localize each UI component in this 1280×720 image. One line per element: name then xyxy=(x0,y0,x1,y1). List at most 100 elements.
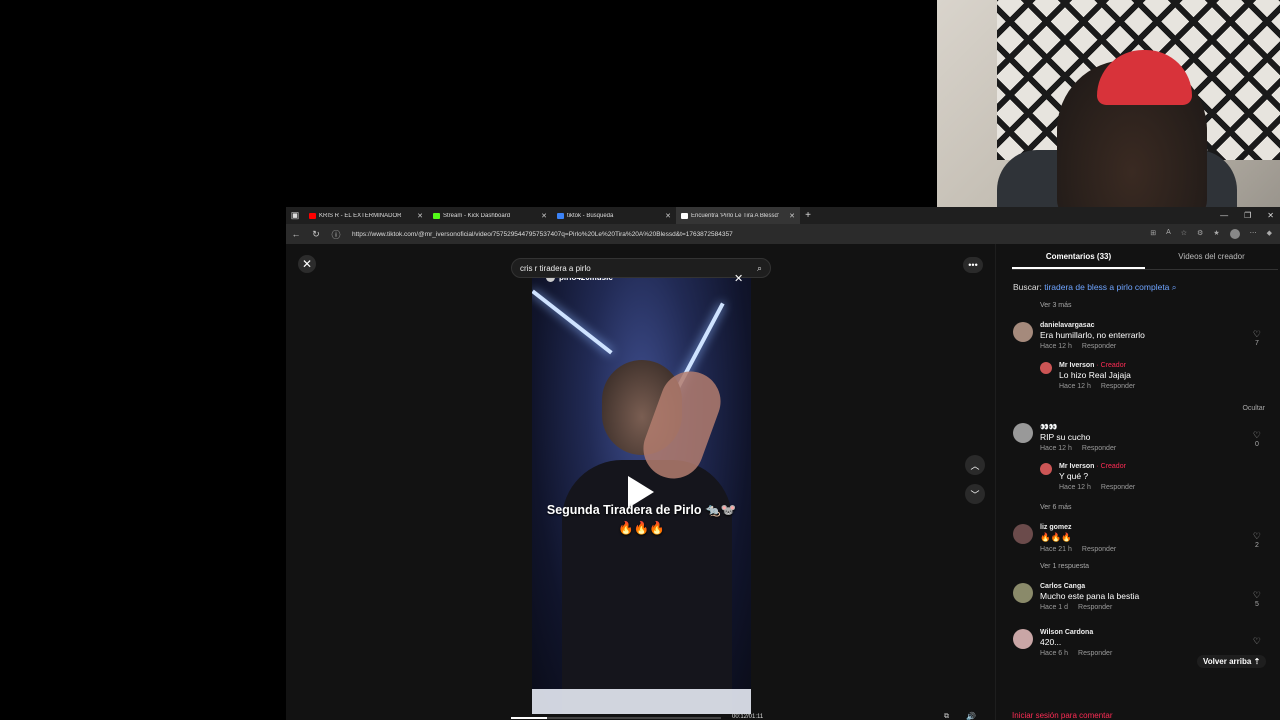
address-bar: ← ↻ ⓘ https://www.tiktok.com/@mr_iverson… xyxy=(286,224,1280,244)
url-field[interactable]: https://www.tiktok.com/@mr_iversonoficia… xyxy=(352,231,1142,238)
related-search-term[interactable]: tiradera de bless a pirlo completa xyxy=(1044,282,1169,292)
reply-button[interactable]: Responder xyxy=(1078,604,1112,611)
hide-replies-button[interactable]: Ocultar xyxy=(1242,405,1265,412)
avatar[interactable] xyxy=(1013,423,1033,443)
comment-meta: Hace 6 h Responder xyxy=(1040,650,1112,657)
like-button[interactable]: ♡ 7 xyxy=(1252,329,1261,348)
tab-kick-dashboard[interactable]: Stream - Kick Dashboard ✕ xyxy=(428,207,552,224)
search-bar[interactable]: cris r tiradera a pirlo ⌕ xyxy=(511,258,771,278)
caption-line-2: 🔥🔥🔥 xyxy=(618,520,665,535)
close-icon[interactable]: ✕ xyxy=(665,212,671,220)
reply-button[interactable]: Responder xyxy=(1082,546,1116,553)
reply-username[interactable]: Mr Iverson · Creador xyxy=(1059,463,1135,470)
heart-icon: ♡ xyxy=(1252,590,1261,600)
panel-tabs: Comentarios (33) Videos del creador xyxy=(1012,252,1278,270)
caption-line-1: Segunda Tiradera de Pirlo 🐀🐭 xyxy=(546,503,737,517)
clear-search-icon[interactable]: ✕ xyxy=(734,272,743,285)
like-button[interactable]: ♡ 2 xyxy=(1253,531,1261,550)
next-video-button[interactable]: ﹀ xyxy=(965,484,985,504)
tab-kris-r[interactable]: KRIS R - EL EXTERMINADOR ✕ xyxy=(304,207,428,224)
reply-meta: Hace 12 h Responder xyxy=(1059,484,1135,491)
reply-user-name[interactable]: Mr Iverson xyxy=(1059,463,1094,470)
back-icon[interactable]: ← xyxy=(290,229,302,239)
reply-button[interactable]: Responder xyxy=(1082,445,1116,452)
view-more-replies[interactable]: Ver 3 más xyxy=(1040,302,1072,309)
view-more-replies[interactable]: Ver 1 respuesta xyxy=(1040,563,1089,570)
tab-comments[interactable]: Comentarios (33) xyxy=(1012,252,1145,269)
reply-user-name[interactable]: Mr Iverson xyxy=(1059,362,1094,369)
like-button[interactable]: ♡ 5 xyxy=(1252,590,1261,609)
video-caption: Segunda Tiradera de Pirlo 🐀🐭 🔥🔥🔥 xyxy=(532,502,751,537)
like-button[interactable]: ♡ xyxy=(1252,636,1261,647)
menu-icon[interactable]: ⋯ xyxy=(1250,229,1257,239)
reply-button[interactable]: Responder xyxy=(1078,650,1112,657)
comment-username[interactable]: liz gomez xyxy=(1040,524,1116,531)
profile-avatar[interactable] xyxy=(1229,229,1240,239)
reader-icon[interactable]: A xyxy=(1166,229,1171,239)
reply-button[interactable]: Responder xyxy=(1101,484,1135,491)
search-input[interactable]: cris r tiradera a pirlo xyxy=(520,264,757,273)
close-icon[interactable]: ✕ xyxy=(789,212,795,220)
close-icon[interactable]: ✕ xyxy=(417,212,423,220)
avatar[interactable] xyxy=(1013,322,1033,342)
new-tab-button[interactable]: + xyxy=(800,210,816,221)
comments-panel: Comentarios (33) Videos del creador Busc… xyxy=(995,244,1280,720)
avatar[interactable] xyxy=(1040,463,1052,475)
reply-button[interactable]: Responder xyxy=(1101,383,1135,390)
avatar[interactable] xyxy=(1013,583,1033,603)
video-progress-bar[interactable] xyxy=(511,717,721,719)
minimize-icon[interactable]: — xyxy=(1220,211,1228,220)
previous-video-button[interactable]: ︿ xyxy=(965,455,985,475)
toolbar-icons: ⊞ A ☆ ⚙ ★ ⋯ ◆ xyxy=(1150,229,1276,239)
site-info-icon[interactable]: ⓘ xyxy=(330,228,342,241)
kick-icon xyxy=(433,212,440,219)
star-icon[interactable]: ☆ xyxy=(1181,229,1187,239)
heart-icon: ♡ xyxy=(1252,329,1261,339)
comment-username[interactable]: 👀👀 xyxy=(1040,423,1116,431)
comment-item: liz gomez 🔥🔥🔥 Hace 21 h Responder ♡ 2 xyxy=(1013,524,1273,564)
comment-item: danielavargasac Era humillarlo, no enter… xyxy=(1013,322,1273,402)
comment-username[interactable]: Wilson Cardona xyxy=(1040,629,1112,636)
creator-badge: · Creador xyxy=(1096,362,1126,369)
avatar[interactable] xyxy=(1040,362,1052,374)
more-options-button[interactable]: ••• xyxy=(963,257,983,273)
progress-fill xyxy=(511,717,547,719)
avatar[interactable] xyxy=(1013,629,1033,649)
heart-icon: ♡ xyxy=(1252,636,1261,646)
search-icon xyxy=(557,212,564,219)
view-more-replies[interactable]: Ver 6 más xyxy=(1040,504,1072,511)
search-icon[interactable]: ⌕ xyxy=(757,263,762,274)
close-window-icon[interactable]: ✕ xyxy=(1267,211,1274,220)
heart-icon: ♡ xyxy=(1252,430,1261,440)
reply-button[interactable]: Responder xyxy=(1082,343,1116,350)
comment-time: Hace 12 h xyxy=(1040,343,1072,350)
favorites-icon[interactable]: ★ xyxy=(1213,229,1219,239)
video-player[interactable]: pirlo420music Segunda Tiradera de Pirlo … xyxy=(532,270,751,714)
reload-icon[interactable]: ↻ xyxy=(310,229,322,240)
tab-actions-icon[interactable]: ▣ xyxy=(286,207,304,224)
restore-icon[interactable]: ❐ xyxy=(1244,211,1251,220)
comment-time: Hace 12 h xyxy=(1040,445,1072,452)
tab-tiktok-video[interactable]: Encuentra 'Pirlo Le Tira A Blessd' ✕ xyxy=(676,207,800,224)
reply-item: Mr Iverson · Creador Lo hizo Real Jajaja… xyxy=(1040,362,1270,402)
back-to-top-button[interactable]: Volver arriba ⇡ xyxy=(1197,655,1267,668)
close-video-button[interactable]: ✕ xyxy=(298,255,316,273)
picture-in-picture-icon[interactable]: ⧉ xyxy=(944,713,949,720)
comment-username[interactable]: danielavargasac xyxy=(1040,322,1145,329)
reply-username[interactable]: Mr Iverson · Creador xyxy=(1059,362,1135,369)
search-icon: ⌕ xyxy=(1171,282,1177,292)
related-search[interactable]: Buscar: tiradera de bless a pirlo comple… xyxy=(1013,282,1177,293)
close-icon[interactable]: ✕ xyxy=(541,212,547,220)
related-search-prefix: Buscar: xyxy=(1013,282,1042,292)
tab-creator-videos[interactable]: Videos del creador xyxy=(1145,252,1278,269)
comment-username[interactable]: Carlos Canga xyxy=(1040,583,1139,590)
avatar[interactable] xyxy=(1013,524,1033,544)
comment-meta: Hace 12 h Responder xyxy=(1040,343,1145,350)
tab-tiktok-search[interactable]: tiktok - Búsqueda ✕ xyxy=(552,207,676,224)
install-app-icon[interactable]: ⊞ xyxy=(1150,229,1156,239)
copilot-icon[interactable]: ◆ xyxy=(1267,229,1272,239)
extensions-icon[interactable]: ⚙ xyxy=(1197,229,1203,239)
volume-icon[interactable]: 🔊 xyxy=(966,712,976,720)
like-button[interactable]: ♡ 0 xyxy=(1252,430,1261,449)
login-to-comment-link[interactable]: Iniciar sesión para comentar xyxy=(1012,711,1113,720)
